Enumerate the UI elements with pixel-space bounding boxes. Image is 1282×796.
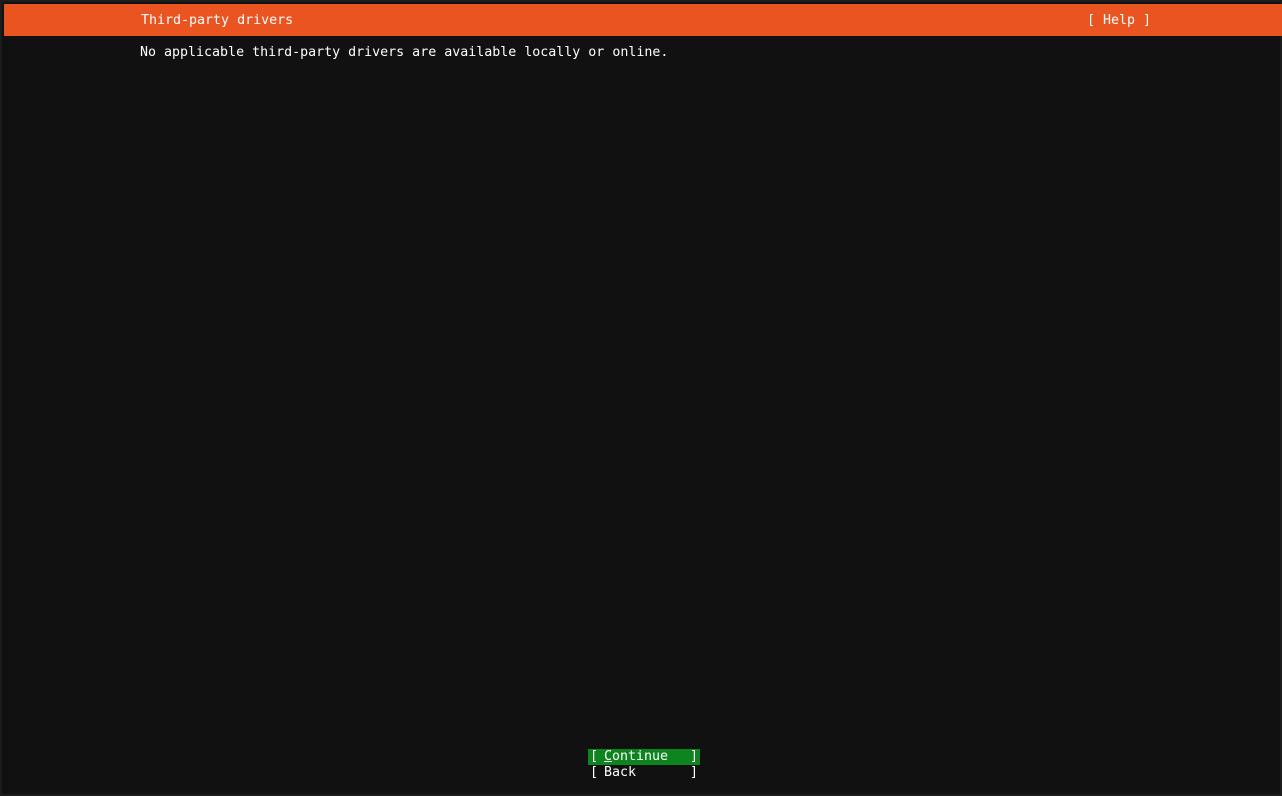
back-label: Back [604, 765, 637, 780]
page-title: Third-party drivers [141, 13, 294, 28]
continue-button[interactable]: [ Continue ] [588, 749, 700, 765]
continue-accelerator-key: C [604, 749, 613, 764]
installer-screen: Third-party drivers [ Help ] No applicab… [0, 0, 1282, 796]
continue-left-bracket: [ [590, 749, 599, 764]
back-right-bracket: ] [689, 765, 698, 780]
back-button[interactable]: [ Back ] [588, 765, 700, 781]
drivers-status-message: No applicable third-party drivers are av… [140, 45, 669, 60]
continue-right-bracket: ] [689, 749, 698, 764]
back-left-bracket: [ [590, 765, 599, 780]
continue-label: Continue [604, 749, 668, 765]
continue-label-rest: ontinue [612, 749, 669, 764]
header-bar: Third-party drivers [ Help ] [4, 4, 1282, 36]
help-button[interactable]: [ Help ] [1087, 12, 1151, 29]
